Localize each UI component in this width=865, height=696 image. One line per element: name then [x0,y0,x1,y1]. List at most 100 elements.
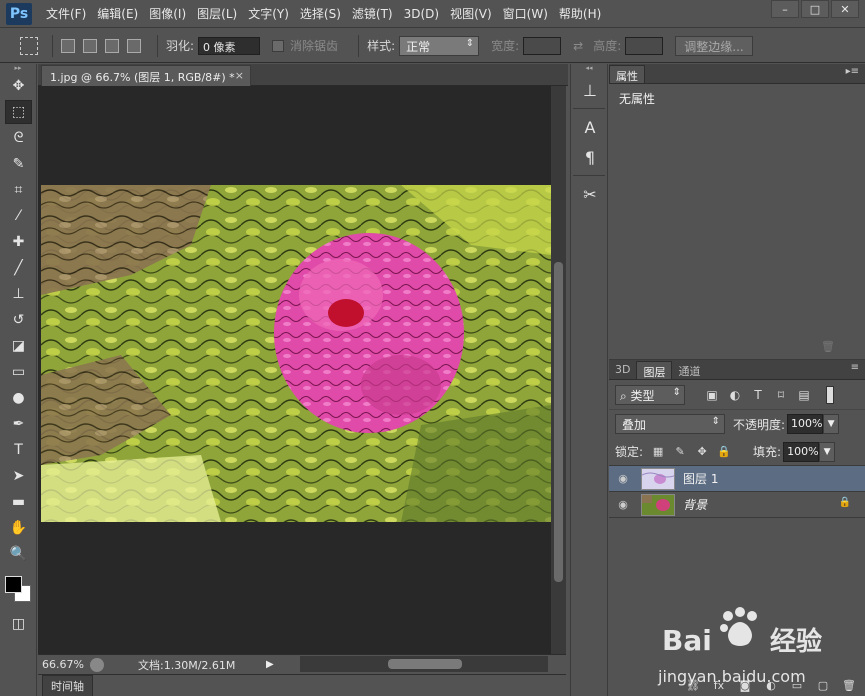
paragraph-icon[interactable]: ¶ [575,145,605,169]
character-icon[interactable]: A [575,115,605,139]
menu-select[interactable]: 选择(S) [300,5,341,22]
tab-3d[interactable]: 3D [609,361,636,379]
feather-label: 羽化: [166,39,195,53]
tool-presets-icon[interactable]: ⊥ [575,78,605,102]
timeline-tab[interactable]: 时间轴 [42,674,93,696]
type-tool-icon[interactable]: T [5,438,32,462]
eraser-tool-icon[interactable]: ◪ [5,334,32,358]
lasso-tool-icon[interactable]: ᘓ [5,126,32,150]
menu-image[interactable]: 图像(I) [149,5,186,22]
blend-mode-select[interactable]: 叠加 [615,414,725,434]
healing-brush-tool-icon[interactable]: ✚ [5,230,32,254]
path-select-tool-icon[interactable]: ➤ [5,464,32,488]
quick-mask-icon[interactable]: ◫ [5,612,32,636]
clone-stamp-tool-icon[interactable]: ⊥ [5,282,32,306]
menu-view[interactable]: 视图(V) [450,5,492,22]
width-label: 宽度: [491,39,520,53]
refine-edge-button[interactable]: 调整边缘... [675,35,753,56]
layer-lock-icon: 🔒 [838,497,851,508]
close-button[interactable]: ✕ [831,0,859,18]
marquee-preset-icon[interactable] [20,36,38,55]
status-menu-arrow-icon[interactable]: ▶ [266,659,274,670]
layer-kind-label: 类型 [630,388,655,403]
crop-tool-icon[interactable]: ⌗ [5,178,32,202]
zoom-tool-icon[interactable]: 🔍 [5,542,32,566]
add-selection-icon[interactable] [83,38,97,53]
brush-tool-icon[interactable]: ╱ [5,256,32,280]
new-selection-icon[interactable] [61,38,75,53]
close-tab-icon[interactable]: × [235,69,244,82]
width-input[interactable] [523,36,562,55]
filter-type-icon[interactable]: T [749,386,767,404]
filter-pixel-icon[interactable]: ▣ [703,386,721,404]
eyedropper-tool-icon[interactable]: ⁄ [5,204,32,228]
rectangle-tool-icon[interactable]: ▬ [5,490,32,514]
menu-help[interactable]: 帮助(H) [559,5,601,22]
filter-toggle[interactable] [826,385,834,404]
eye-icon[interactable]: ◉ [613,496,633,514]
panel-menu-icon[interactable]: ≡ [851,362,859,373]
marquee-tool-icon[interactable]: ⬚ [5,100,32,124]
menu-file[interactable]: 文件(F) [46,5,86,22]
panel-grip-icon[interactable]: ▸▸ [0,64,36,72]
document-tab[interactable]: 1.jpg @ 66.7% (图层 1, RGB/8#) * × [41,65,251,86]
panel-grip-icon[interactable]: ◂◂ [571,64,607,72]
filter-adjustment-icon[interactable]: ◐ [726,386,744,404]
tab-layers[interactable]: 图层 [636,361,673,379]
vertical-scrollbar-thumb[interactable] [554,262,563,582]
hand-tool-icon[interactable]: ✋ [5,516,32,540]
trash-icon[interactable]: 🗑 [821,340,835,353]
antialias-checkbox[interactable] [272,39,285,52]
foreground-color[interactable] [5,576,22,593]
menu-edit[interactable]: 编辑(E) [97,5,138,22]
intersect-selection-icon[interactable] [127,38,141,53]
horizontal-scrollbar[interactable] [300,656,548,672]
color-swatches[interactable] [0,570,37,610]
gradient-tool-icon[interactable]: ▭ [5,360,32,384]
lock-transparent-icon[interactable]: ▦ [649,443,667,461]
document-image[interactable] [41,185,551,522]
filter-smart-object-icon[interactable]: ▤ [795,386,813,404]
fill-dropdown-icon[interactable]: ▼ [819,441,836,462]
status-icon[interactable] [90,657,104,672]
swap-icon[interactable]: ⇄ [573,39,583,53]
horizontal-scrollbar-thumb[interactable] [388,659,462,669]
lock-image-icon[interactable]: ✎ [671,443,689,461]
height-label: 高度: [593,39,622,53]
tab-channels[interactable]: 通道 [672,361,706,379]
menu-window[interactable]: 窗口(W) [503,5,548,22]
fill-input[interactable]: 100% [783,441,820,462]
quick-select-tool-icon[interactable]: ✎ [5,152,32,176]
move-tool-icon[interactable]: ✥ [5,74,32,98]
pen-tool-icon[interactable]: ✒ [5,412,32,436]
history-brush-tool-icon[interactable]: ↺ [5,308,32,332]
menu-layer[interactable]: 图层(L) [197,5,237,22]
menu-type[interactable]: 文字(Y) [248,5,289,22]
lock-all-icon[interactable]: 🔒 [715,443,733,461]
filter-shape-icon[interactable]: ⌑ [772,386,790,404]
vertical-scrollbar[interactable] [551,86,566,654]
layer-kind-select[interactable]: ⌕ 类型 [615,384,685,405]
maximize-button[interactable]: □ [801,0,829,18]
svg-text:Bai: Bai [662,624,712,657]
zoom-level[interactable]: 66.67% [38,658,84,671]
opacity-dropdown-icon[interactable]: ▼ [823,414,840,434]
opacity-input[interactable]: 100% [787,414,824,434]
menu-filter[interactable]: 滤镜(T) [352,5,393,22]
eye-icon[interactable]: ◉ [613,470,633,488]
layer-row[interactable]: ◉ 图层 1 [609,466,865,492]
subtract-selection-icon[interactable] [105,38,119,53]
layer-name: 图层 1 [683,472,719,486]
menu-3d[interactable]: 3D(D) [404,7,439,21]
tab-properties[interactable]: 属性 [609,65,645,83]
style-select[interactable]: 正常 [399,35,480,56]
panel-menu-icon[interactable]: ▸≡ [846,66,859,77]
minimize-button[interactable]: – [771,0,799,18]
tools-adjust-icon[interactable]: ✂ [575,182,605,206]
layer-row[interactable]: ◉ 背景 🔒 [609,492,865,518]
properties-empty-text: 无属性 [619,92,656,106]
height-input[interactable] [625,36,664,55]
feather-input[interactable]: 0 像素 [198,36,261,55]
dodge-tool-icon[interactable]: ● [5,386,32,410]
lock-position-icon[interactable]: ✥ [693,443,711,461]
